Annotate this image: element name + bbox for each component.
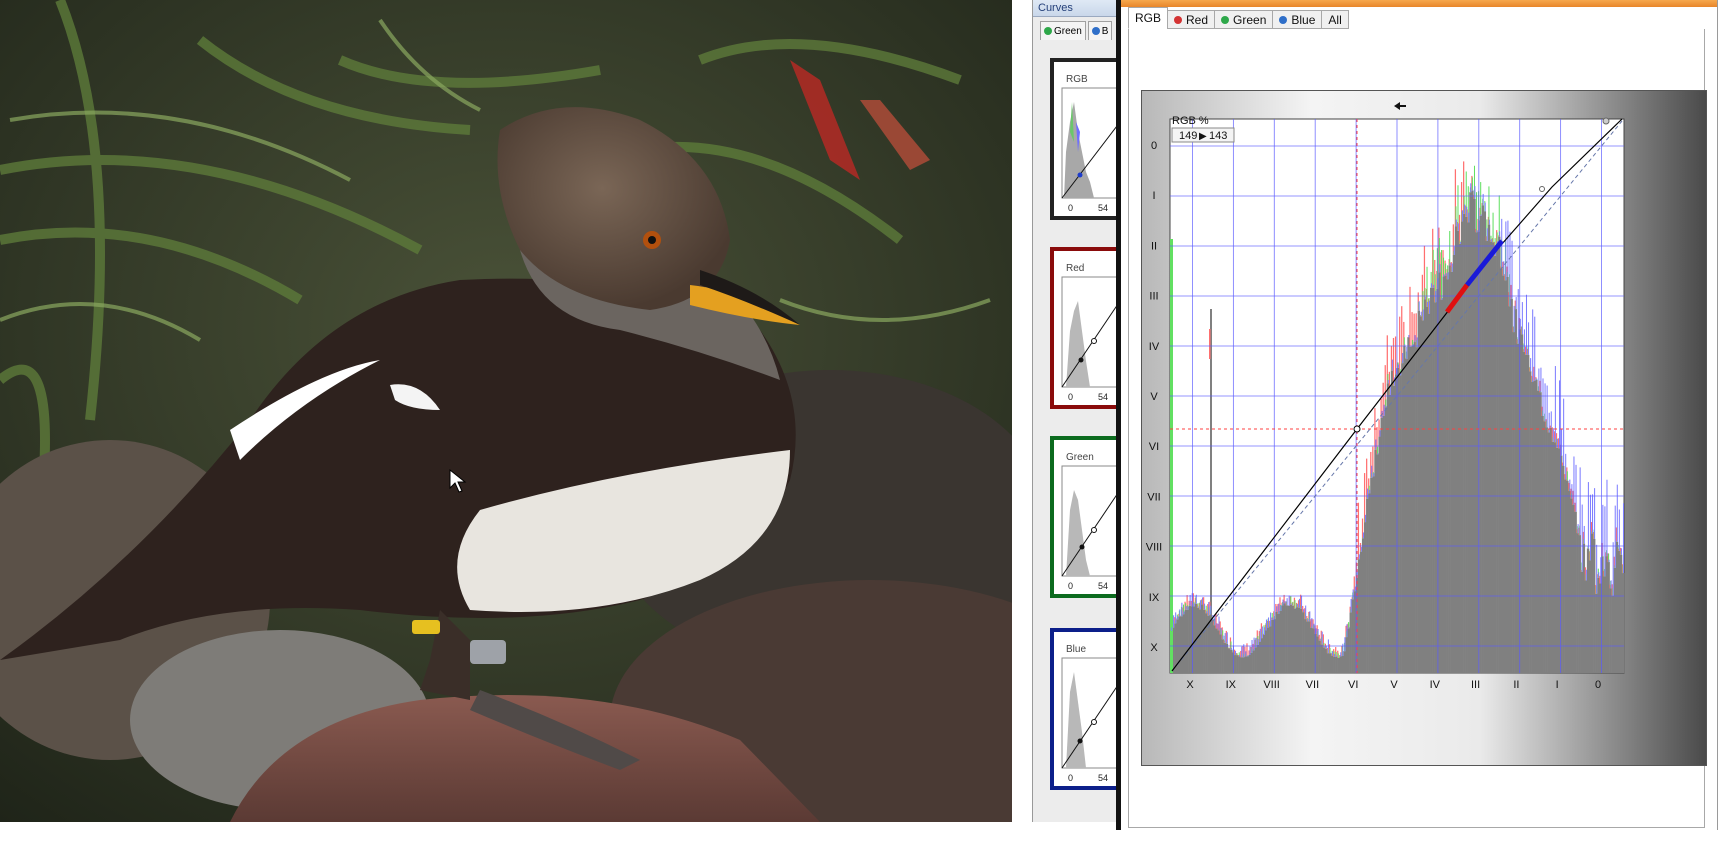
blue-channel-icon — [1279, 15, 1288, 24]
mini-red-tick0: 0 — [1068, 392, 1074, 402]
y-tick-label: VII — [1147, 491, 1160, 503]
readout-channel: RGB % — [1172, 115, 1209, 127]
mini-tab-green-label: Green — [1054, 25, 1082, 37]
tab-blue[interactable]: Blue — [1272, 10, 1323, 29]
mini-tab-bar: Green B — [1033, 17, 1121, 40]
curves-main-panel: RGB Red Green Blue All 0 I II III IV V V… — [1121, 0, 1718, 830]
y-tick-label: 0 — [1151, 140, 1157, 152]
duck-photo — [0, 0, 1012, 822]
readout-input: 149 — [1179, 130, 1197, 142]
x-axis-labels: X IX VIII VII VI V IV III II I 0 — [1186, 679, 1601, 691]
tab-all-label: All — [1328, 12, 1342, 27]
x-tick-label: X — [1186, 679, 1194, 691]
mini-red-label: Red — [1066, 263, 1085, 274]
mini-rgb-tick54: 54 — [1098, 203, 1109, 213]
panel-accent-bar — [1121, 0, 1717, 7]
x-tick-label: 0 — [1595, 679, 1601, 691]
y-tick-label: IX — [1149, 592, 1160, 604]
y-tick-label: IV — [1149, 341, 1160, 353]
mini-green-tick54: 54 — [1098, 581, 1109, 591]
x-tick-label: VII — [1306, 679, 1319, 691]
x-tick-label: V — [1390, 679, 1398, 691]
curves-panel-title: Curves — [1033, 0, 1121, 17]
mini-curve-green[interactable]: Green 0 54 — [1050, 436, 1121, 598]
y-tick-label: V — [1150, 391, 1158, 403]
x-tick-label: I — [1556, 679, 1559, 691]
x-tick-label: IV — [1430, 679, 1441, 691]
y-tick-label: X — [1150, 642, 1158, 654]
tab-red-label: Red — [1186, 12, 1209, 27]
channel-tab-bar: RGB Red Green Blue All — [1128, 7, 1349, 29]
curve-editor-plot[interactable]: 0IIIIIIIVVVIVIIVIIIIXX X IX VIII VII VI V IV II… — [1142, 91, 1708, 767]
y-tick-label: I — [1152, 190, 1155, 202]
tab-blue-label: Blue — [1291, 12, 1316, 27]
tab-all[interactable]: All — [1321, 10, 1349, 29]
mini-curve-rgb[interactable]: RGB 0 54 — [1050, 58, 1121, 220]
x-tick-label: VIII — [1263, 679, 1280, 691]
tab-rgb-label: RGB — [1135, 11, 1162, 25]
mini-red-tick54: 54 — [1098, 392, 1109, 402]
mini-green-label: Green — [1066, 452, 1094, 463]
y-axis-labels: 0IIIIIIIVVVIVIIVIIIIXX — [1146, 140, 1163, 654]
x-tick-label: VI — [1348, 679, 1358, 691]
readout-arrow-icon: ▶ — [1199, 131, 1207, 142]
mini-rgb-tick0: 0 — [1068, 203, 1074, 213]
mini-blue-label: Blue — [1066, 644, 1087, 655]
y-tick-label: VI — [1149, 441, 1159, 453]
mini-curve-blue[interactable]: Blue 0 54 — [1050, 628, 1121, 790]
tab-green-label: Green — [1233, 12, 1267, 27]
readout-output: 143 — [1209, 130, 1227, 142]
curve-control-point-upper — [1539, 186, 1545, 192]
mini-curve-red[interactable]: Red 0 54 — [1050, 247, 1121, 409]
curve-editor-frame[interactable]: 0 I II III IV V VI VII VIII IX X X IX VIII VII VI V IV II… — [1141, 90, 1707, 766]
x-tick-label: IX — [1226, 679, 1237, 691]
green-channel-icon — [1221, 15, 1230, 24]
curve-move-arrow-icon — [1394, 102, 1406, 110]
tab-rgb[interactable]: RGB — [1128, 7, 1169, 29]
mini-blue-tick0: 0 — [1068, 773, 1074, 783]
tab-red[interactable]: Red — [1167, 10, 1216, 29]
x-tick-label: III — [1471, 679, 1480, 691]
curve-control-point — [1353, 425, 1361, 433]
y-tick-label: II — [1151, 240, 1157, 252]
photo-canvas[interactable] — [0, 0, 1012, 822]
red-channel-icon — [1174, 15, 1183, 24]
curve-endpoint-top — [1602, 117, 1610, 125]
mini-tab-green[interactable]: Green — [1040, 21, 1086, 40]
mini-rgb-label: RGB — [1066, 74, 1088, 85]
blue-channel-icon — [1091, 27, 1100, 35]
mini-tab-blue-label: B — [1101, 25, 1109, 37]
x-tick-label: II — [1513, 679, 1519, 691]
y-tick-label: III — [1149, 291, 1158, 303]
y-tick-label: VIII — [1146, 542, 1163, 554]
mini-blue-tick54: 54 — [1098, 773, 1109, 783]
curves-mini-panel: Curves Green B RGB 0 54 Red 0 54 Green 0… — [1032, 0, 1121, 822]
mini-tab-blue[interactable]: B — [1087, 21, 1113, 40]
mini-green-tick0: 0 — [1068, 581, 1074, 591]
tab-green[interactable]: Green — [1214, 10, 1274, 29]
green-channel-icon — [1044, 27, 1052, 35]
